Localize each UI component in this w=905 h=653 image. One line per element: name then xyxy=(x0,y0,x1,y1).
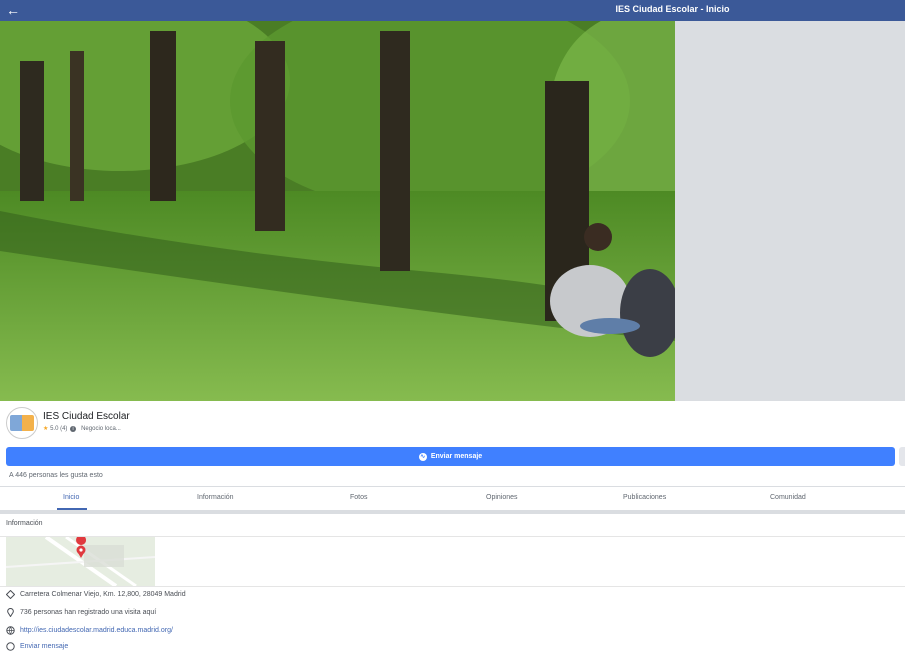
rating-text: 5.0 (4) xyxy=(50,426,68,432)
page-meta: ★ 5.0 (4) i Negocio loca... xyxy=(43,425,121,432)
cover-side-panel xyxy=(675,21,905,401)
address-text: Carretera Colmenar Viejo, Km. 12,800, 28… xyxy=(20,591,186,598)
map-image xyxy=(6,537,155,586)
tab-inicio[interactable]: Inicio xyxy=(63,494,79,501)
send-message-label: Enviar mensaje xyxy=(430,453,483,460)
tab-informacion[interactable]: Información xyxy=(197,494,234,501)
tab-publicaciones[interactable]: Publicaciones xyxy=(623,494,666,501)
star-icon: ★ xyxy=(43,426,49,432)
page-name: IES Ciudad Escolar xyxy=(43,411,130,422)
divider xyxy=(0,586,905,587)
profile-picture[interactable] xyxy=(6,407,38,439)
app-header: ← IES Ciudad Escolar - Inicio xyxy=(0,0,905,21)
cover-photo[interactable] xyxy=(0,21,675,401)
more-actions-button[interactable] xyxy=(899,447,905,466)
location-map[interactable] xyxy=(6,537,155,586)
section-separator xyxy=(0,510,905,514)
likes-count: A 446 personas les gusta esto xyxy=(9,472,103,479)
directions-icon xyxy=(5,589,16,600)
checkins-text: 736 personas han registrado una visita a… xyxy=(20,609,157,616)
tab-fotos[interactable]: Fotos xyxy=(350,494,368,501)
info-icon[interactable]: i xyxy=(70,426,77,432)
tab-comunidad[interactable]: Comunidad xyxy=(770,494,806,501)
address-row: Carretera Colmenar Viejo, Km. 12,800, 28… xyxy=(5,589,186,600)
school-logo-icon xyxy=(10,415,34,431)
category-text[interactable]: Negocio loca... xyxy=(81,426,121,432)
send-message-link[interactable]: Enviar mensaje xyxy=(20,643,68,650)
page-tabs: Inicio Información Fotos Opiniones Publi… xyxy=(0,487,905,510)
globe-icon xyxy=(6,626,15,635)
location-pin-icon xyxy=(6,608,15,618)
website-link[interactable]: http://ies.ciudadescolar.madrid.educa.ma… xyxy=(20,627,173,634)
tab-opiniones[interactable]: Opiniones xyxy=(486,494,518,501)
messenger-icon: ∿ xyxy=(418,452,427,461)
info-section-title: Información xyxy=(6,520,43,527)
website-row: http://ies.ciudadescolar.madrid.educa.ma… xyxy=(6,626,173,635)
page-title: IES Ciudad Escolar - Inicio xyxy=(615,4,730,14)
cover-image xyxy=(0,21,675,401)
checkins-row: 736 personas han registrado una visita a… xyxy=(6,608,157,618)
send-message-button[interactable]: ∿ Enviar mensaje xyxy=(6,447,895,466)
